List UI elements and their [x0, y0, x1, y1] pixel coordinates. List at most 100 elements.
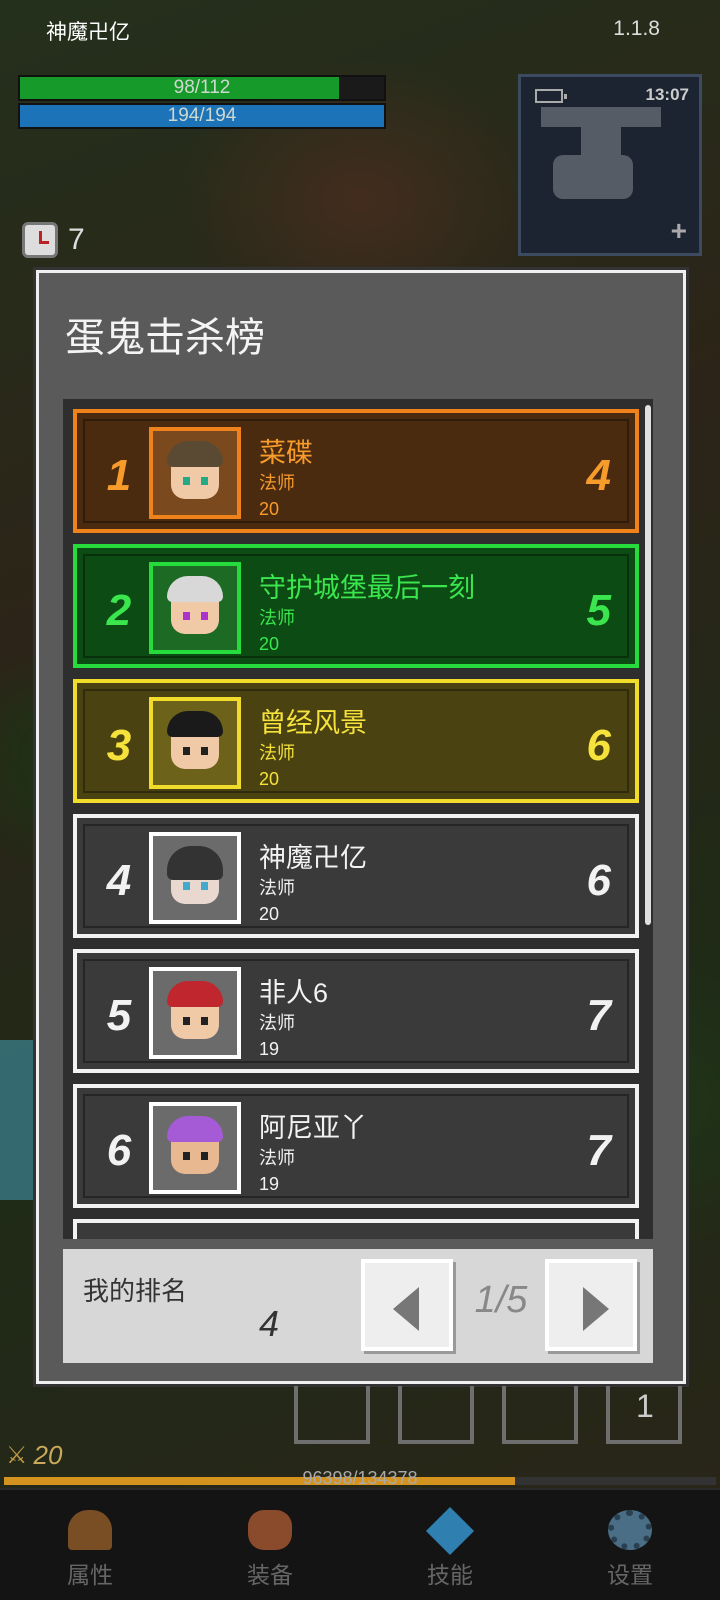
nav-label: 设置 [607, 1562, 653, 1588]
minimap-room [581, 127, 621, 157]
slot-count: 1 [636, 1388, 654, 1424]
player-level: 19 [259, 1174, 280, 1194]
page-indicator: 1/5 [474, 1279, 528, 1321]
nav-label: 技能 [427, 1562, 473, 1588]
leaderboard-list[interactable]: 1 菜碟 法师 20 4 2 守护城堡最后一刻 法师 20 5 3 曾经风景 法… [63, 399, 653, 1239]
bottom-nav: 属性 装备 技能 设置 [0, 1488, 720, 1600]
next-page-button[interactable] [545, 1259, 637, 1351]
clock-time: 13:07 [645, 85, 689, 104]
player-level: 20 [259, 634, 280, 654]
avatar [149, 562, 241, 654]
player-level: 20 [259, 904, 280, 924]
arrow-left-icon [393, 1287, 419, 1331]
player-class: 法师 [259, 608, 295, 628]
kill-count: 6 [586, 721, 611, 770]
quick-slot[interactable] [398, 1386, 474, 1444]
player-name: 非人6 [259, 978, 329, 1008]
avatar-hair [167, 576, 223, 602]
minimap-room [553, 155, 633, 199]
avatar-eye [201, 882, 208, 890]
player-level: 20 [259, 769, 280, 789]
minimap-room [541, 107, 661, 127]
scrollbar[interactable] [645, 405, 651, 925]
battery-icon [535, 89, 567, 103]
leaderboard-row[interactable]: 2 守护城堡最后一刻 法师 20 5 [73, 544, 639, 668]
gear-icon [608, 1510, 652, 1550]
avatar-eye [183, 1152, 190, 1160]
my-rank-bar: 我的排名 4 1/5 [63, 1249, 653, 1363]
rank-number: 2 [106, 586, 132, 635]
rank-number: 3 [106, 721, 132, 770]
player-name: 菜碟 [259, 438, 313, 468]
leaderboard-row[interactable]: 1 菜碟 法师 20 4 [73, 409, 639, 533]
avatar-eye [201, 747, 208, 755]
player-class: 法师 [259, 743, 295, 763]
minimap-expand-icon[interactable]: + [671, 215, 687, 247]
leaderboard-row[interactable]: 3 曾经风景 法师 20 6 [73, 679, 639, 803]
nav-attributes[interactable]: 属性 [0, 1490, 180, 1600]
xp-text: 96398/134378 [302, 1468, 418, 1488]
nav-skills[interactable]: 技能 [360, 1490, 540, 1600]
nav-equipment[interactable]: 装备 [180, 1490, 360, 1600]
leaderboard-row-partial[interactable] [73, 1219, 639, 1239]
hp-text: 98/112 [173, 77, 231, 98]
avatar-helmet [167, 846, 223, 880]
my-rank-value: 4 [259, 1303, 280, 1344]
minimap[interactable]: 13:07 + [518, 74, 702, 256]
leaderboard-row[interactable]: 6 阿尼亚丫 法师 19 7 [73, 1084, 639, 1208]
quick-slot[interactable] [502, 1386, 578, 1444]
rank-number: 6 [106, 1126, 132, 1175]
mp-bar: 194/194 [18, 103, 386, 129]
avatar [149, 832, 241, 924]
kill-count: 6 [586, 856, 611, 905]
quick-slot[interactable] [294, 1386, 370, 1444]
my-rank-label: 我的排名 [83, 1276, 188, 1306]
rank-number: 4 [106, 856, 132, 905]
kill-count: 7 [586, 991, 611, 1040]
avatar-hair [167, 1116, 223, 1142]
avatar-hair [167, 441, 223, 467]
timer-value: 7 [68, 223, 85, 256]
avatar-eye [183, 747, 190, 755]
water-terrain [0, 1040, 36, 1200]
hp-bar: 98/112 [18, 75, 386, 101]
avatar-eye [201, 1017, 208, 1025]
player-level: 20 [259, 499, 280, 519]
mp-text: 194/194 [167, 105, 237, 126]
player-level-indicator: ⚔ 20 [6, 1440, 62, 1471]
avatar-eye [201, 477, 208, 485]
nav-label: 属性 [67, 1562, 113, 1588]
leaderboard-row[interactable]: 5 非人6 法师 19 7 [73, 949, 639, 1073]
arrow-right-icon [583, 1287, 609, 1331]
game-version: 1.1.8 [613, 17, 660, 40]
nav-settings[interactable]: 设置 [540, 1490, 720, 1600]
player-level: 19 [259, 1039, 280, 1059]
kill-count: 7 [586, 1126, 611, 1175]
avatar [149, 1102, 241, 1194]
avatar-eye [183, 612, 190, 620]
player-name: 神魔卍亿 [46, 21, 130, 44]
quick-slots [294, 1386, 682, 1444]
prev-page-button[interactable] [361, 1259, 453, 1351]
player-name: 守护城堡最后一刻 [259, 573, 475, 603]
player-name: 神魔卍亿 [259, 843, 367, 873]
player-class: 法师 [259, 473, 295, 493]
nav-label: 装备 [247, 1562, 293, 1588]
helmet-icon [68, 1510, 112, 1550]
avatar [149, 967, 241, 1059]
player-name: 阿尼亚丫 [259, 1113, 367, 1143]
leaderboard-row[interactable]: 4 神魔卍亿 法师 20 6 [73, 814, 639, 938]
avatar-eye [183, 477, 190, 485]
avatar-eye [201, 1152, 208, 1160]
player-class: 法师 [259, 878, 295, 898]
avatar-hair [167, 711, 223, 737]
player-level-value: 20 [33, 1440, 63, 1470]
avatar [149, 697, 241, 789]
skill-crystal-icon [425, 1506, 475, 1556]
kill-count: 4 [586, 451, 611, 500]
level-icon: ⚔ [6, 1442, 28, 1469]
avatar [149, 427, 241, 519]
avatar-hair [167, 981, 223, 1007]
rank-number: 5 [106, 991, 132, 1040]
clock-icon [22, 222, 58, 258]
